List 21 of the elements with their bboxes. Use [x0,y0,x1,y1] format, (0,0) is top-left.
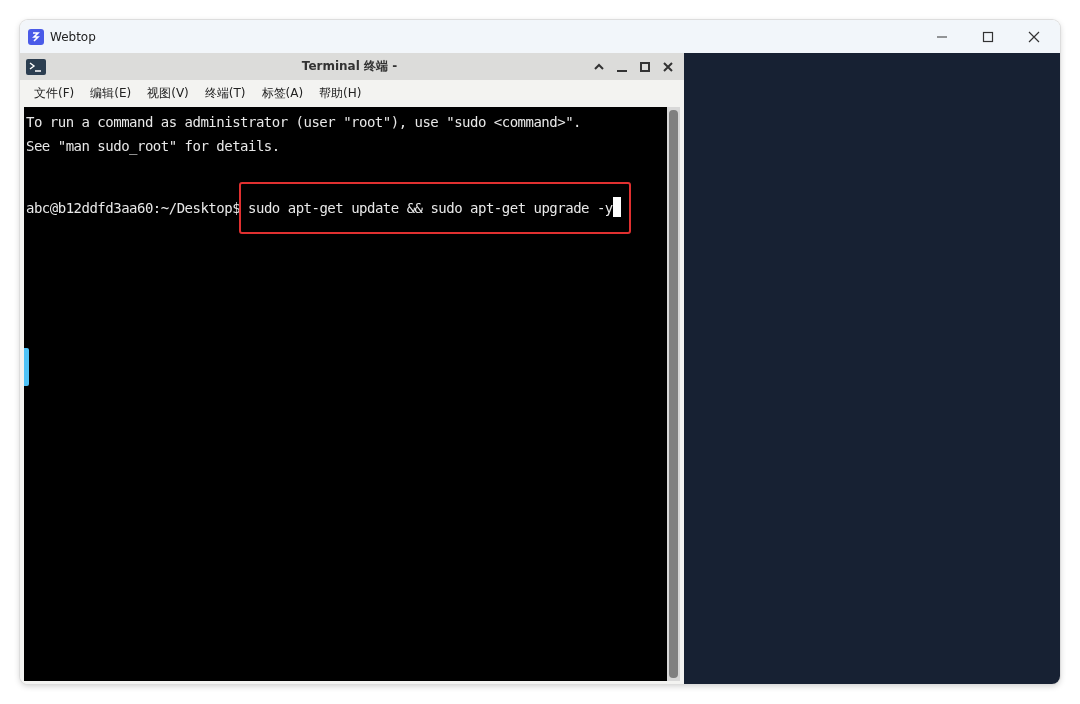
terminal-title: Terminal 终端 - [300,58,399,75]
menu-item[interactable]: 视图(V) [139,85,197,102]
terminal-output: To run a command as administrator (user "root"), use "sudo <command>". [26,114,581,130]
maximize-icon[interactable] [639,60,651,73]
command-text: sudo apt-get update && sudo apt-get upgrade -y [239,182,631,234]
scrollbar[interactable] [667,107,680,681]
menu-item[interactable]: 终端(T) [196,85,254,102]
terminal-output: See "man sudo_root" for details. [26,138,280,154]
text-cursor [612,197,621,217]
menu-item[interactable]: 标签(A) [253,85,312,102]
shell-prompt: abc@b12ddfd3aa60:~/Desktop$ [26,199,241,218]
window-title: Webtop [50,29,96,44]
side-handle[interactable] [24,348,29,386]
menu-item[interactable]: 编辑(E) [82,85,140,102]
menu-item[interactable]: 帮助(H) [311,85,370,102]
menu-item[interactable]: 文件(F) [26,85,83,102]
close-icon[interactable] [1028,30,1040,43]
close-icon[interactable] [662,60,674,73]
terminal-icon [26,58,46,75]
maximize-icon[interactable] [982,30,994,43]
app-logo-icon [28,28,44,45]
